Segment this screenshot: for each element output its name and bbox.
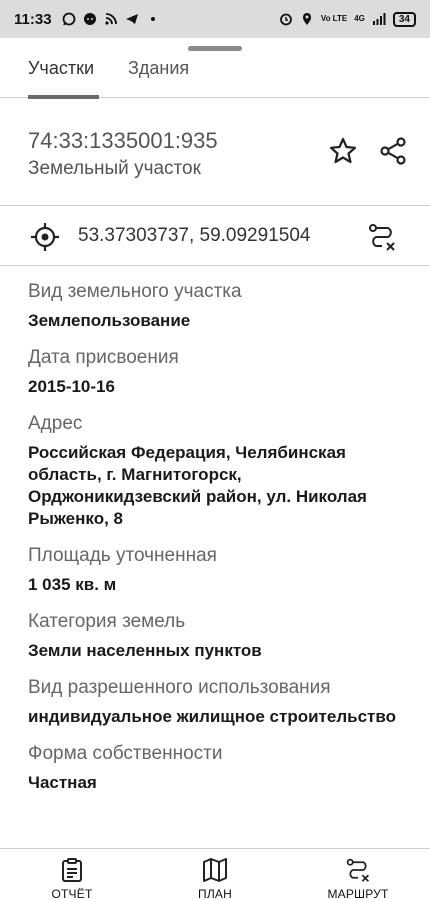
- status-bar: 11:33 Vo LTE 4G 34: [0, 0, 430, 38]
- coordinates-text[interactable]: 53.37303737, 59.09291504: [78, 225, 310, 247]
- crosshair-icon: [31, 223, 59, 251]
- sheet-drag-handle[interactable]: [188, 46, 242, 51]
- chat-icon: [83, 13, 96, 25]
- nav-label: ОТЧЁТ: [51, 887, 93, 900]
- nav-plan-button[interactable]: ПЛАН: [160, 857, 270, 900]
- field-value: Земли населенных пунктов: [28, 641, 262, 660]
- field-area: Площадь уточненная 1 035 кв. м: [28, 544, 418, 596]
- notification-icons: [62, 12, 160, 26]
- rss-icon: [104, 13, 117, 25]
- field-value: Российская Федерация, Челябинская област…: [28, 443, 367, 528]
- route-icon[interactable]: [367, 222, 397, 252]
- field-address: Адрес Российская Федерация, Челябинская …: [28, 412, 418, 530]
- field-land-category: Категория земель Земли населенных пункто…: [28, 610, 418, 662]
- bottom-navigation: ОТЧЁТ ПЛАН МАРШРУТ: [0, 848, 430, 900]
- field-value: Частная: [28, 773, 97, 792]
- nav-report-button[interactable]: ОТЧЁТ: [17, 857, 127, 900]
- field-ownership-form: Форма собственности Частная: [28, 742, 418, 794]
- cadastral-number: 74:33:1335001:935: [28, 128, 218, 153]
- nav-label: МАРШРУТ: [327, 887, 389, 900]
- field-label: Дата присвоения: [28, 347, 179, 368]
- location-icon: [302, 13, 311, 25]
- field-value: 1 035 кв. м: [28, 575, 117, 594]
- coordinates-row[interactable]: 53.37303737, 59.09291504: [0, 206, 430, 266]
- field-label: Вид земельного участка: [28, 281, 242, 302]
- field-label: Форма собственности: [28, 743, 223, 764]
- parcel-details: Вид земельного участка Землепользование …: [28, 266, 418, 794]
- report-icon: [62, 858, 82, 882]
- field-value: 2015-10-16: [28, 377, 115, 396]
- alarm-icon: [279, 13, 292, 26]
- share-icon[interactable]: [378, 136, 408, 166]
- nav-label: ПЛАН: [198, 887, 232, 900]
- field-value: Землепользование: [28, 311, 191, 330]
- tab-buildings[interactable]: Здания: [128, 58, 189, 79]
- map-icon: [203, 858, 227, 882]
- field-permitted-use: Вид разрешенного использования индивидуа…: [28, 676, 418, 728]
- route-icon: [346, 858, 370, 882]
- field-land-type: Вид земельного участка Землепользование: [28, 280, 418, 332]
- volte-label: Vo LTE: [320, 14, 348, 23]
- battery-icon: 34: [392, 11, 416, 27]
- network-type-label: 4G: [354, 14, 365, 23]
- field-assignment-date: Дата присвоения 2015-10-16: [28, 346, 418, 398]
- favorite-star-icon[interactable]: [328, 136, 358, 166]
- tab-parcels[interactable]: Участки: [28, 58, 94, 79]
- nav-route-button[interactable]: МАРШРУТ: [303, 857, 413, 900]
- field-value: индивидуальное жилищное строительство: [28, 707, 396, 726]
- field-label: Площадь уточненная: [28, 545, 217, 566]
- whatsapp-icon: [62, 12, 75, 26]
- telegram-icon: [125, 14, 138, 24]
- tab-bar: Участки Здания: [0, 56, 430, 99]
- dot-icon: [150, 17, 155, 21]
- parcel-header: 74:33:1335001:935 Земельный участок: [0, 98, 430, 206]
- system-icons: Vo LTE 4G 34: [279, 11, 416, 27]
- parcel-type: Земельный участок: [28, 158, 201, 179]
- field-label: Вид разрешенного использования: [28, 677, 331, 698]
- field-label: Адрес: [28, 413, 83, 434]
- field-label: Категория земель: [28, 611, 186, 632]
- status-time: 11:33: [14, 10, 52, 28]
- signal-icon: [372, 13, 386, 25]
